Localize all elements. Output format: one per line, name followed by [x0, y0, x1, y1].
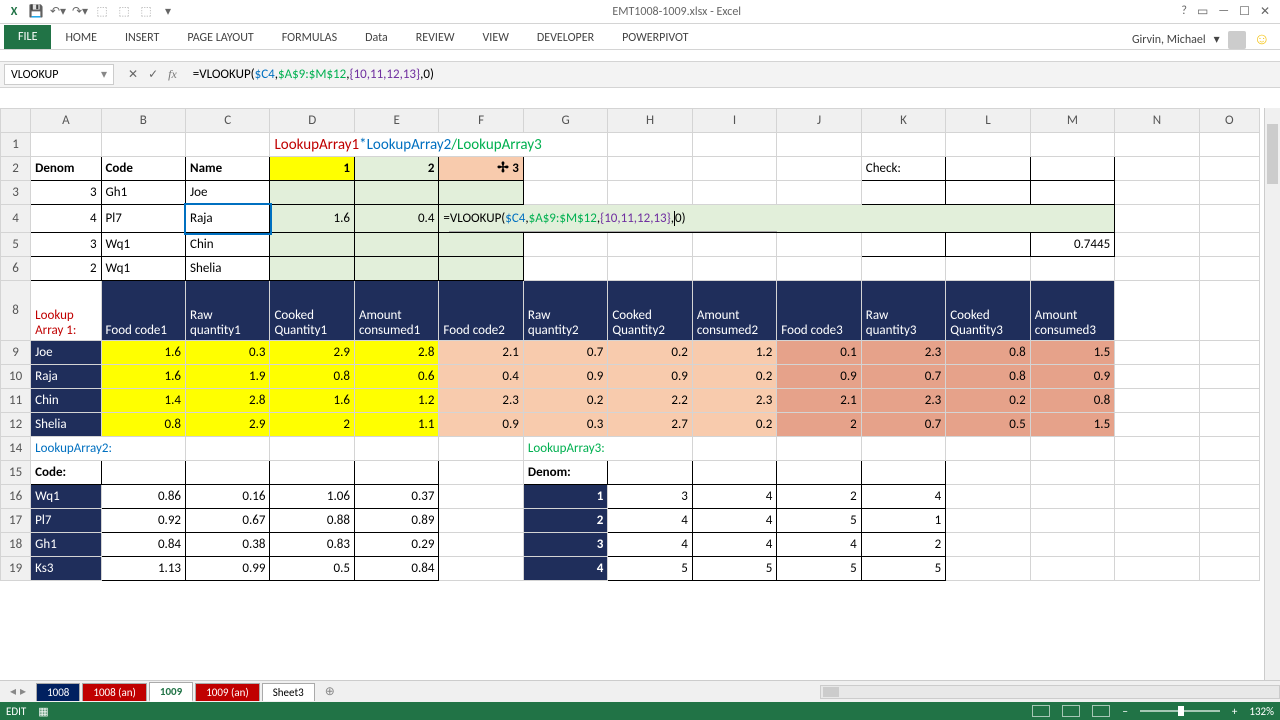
- help-icon[interactable]: ?: [1181, 4, 1187, 19]
- view-pagebreak-icon[interactable]: [1092, 705, 1110, 717]
- window-title: EMT1008-1009.xlsx - Excel: [182, 5, 1171, 19]
- macro-record-icon[interactable]: ▦: [38, 705, 48, 718]
- tab-file[interactable]: FILE: [4, 25, 51, 49]
- qat-icon[interactable]: ⬚: [94, 4, 110, 20]
- tab-powerpivot[interactable]: POWERPIVOT: [608, 27, 702, 49]
- cell-cursor-icon: ✢: [497, 159, 509, 176]
- close-icon[interactable]: ✕: [1260, 4, 1270, 19]
- quick-access-toolbar: X 💾 ↶▾ ↷▾ ⬚ ⬚ ⬚ ▾: [0, 4, 182, 20]
- zoom-slider[interactable]: [1140, 710, 1220, 712]
- qat-icon[interactable]: ⬚: [116, 4, 132, 20]
- redo-icon[interactable]: ↷▾: [72, 4, 88, 20]
- enter-icon[interactable]: ✓: [148, 67, 158, 82]
- vertical-scrollbar[interactable]: [1264, 108, 1280, 680]
- zoom-out-icon[interactable]: −: [1122, 705, 1127, 718]
- column-headers[interactable]: ABC DEF GHI JKL MNO: [1, 109, 1260, 133]
- function-tooltip[interactable]: VLOOKUP(lookup_value, table_array, col_i…: [449, 231, 777, 233]
- tab-data[interactable]: Data: [351, 27, 402, 49]
- tab-formulas[interactable]: FORMULAS: [268, 27, 351, 49]
- sheet-tab-active[interactable]: 1009: [149, 682, 193, 702]
- fx-icon[interactable]: fx: [168, 67, 177, 82]
- sheet-tabs: ◂▸ 1008 1008 (an) 1009 1009 (an) Sheet3 …: [0, 680, 1280, 702]
- tab-nav-prev-icon[interactable]: ◂: [10, 684, 16, 699]
- ribbon-collapsed-area: [0, 50, 1280, 62]
- qat-icon[interactable]: ⬚: [138, 4, 154, 20]
- undo-icon[interactable]: ↶▾: [50, 4, 66, 20]
- ribbon-tabs: FILE HOME INSERT PAGE LAYOUT FORMULAS Da…: [0, 24, 1280, 50]
- save-icon[interactable]: 💾: [28, 4, 44, 20]
- horizontal-scrollbar[interactable]: [820, 685, 1280, 699]
- select-all-corner[interactable]: [1, 109, 31, 133]
- status-mode: EDIT: [6, 705, 26, 718]
- zoom-in-icon[interactable]: +: [1232, 705, 1237, 718]
- feedback-icon[interactable]: ☺: [1254, 30, 1270, 49]
- excel-icon: X: [6, 4, 22, 20]
- tab-nav-next-icon[interactable]: ▸: [20, 684, 26, 699]
- avatar[interactable]: [1228, 31, 1246, 49]
- view-normal-icon[interactable]: [1032, 705, 1050, 717]
- sheet-tab[interactable]: 1008: [36, 683, 80, 701]
- tab-developer[interactable]: DEVELOPER: [523, 27, 608, 49]
- view-pagelayout-icon[interactable]: [1062, 705, 1080, 717]
- tab-view[interactable]: VIEW: [469, 27, 523, 49]
- sheet-tab[interactable]: 1009 (an): [195, 683, 260, 701]
- active-cell-formula[interactable]: =VLOOKUP($C4,$A$9:$M$12,{10,11,12,13},0)…: [439, 205, 1115, 233]
- tab-review[interactable]: REVIEW: [402, 27, 469, 49]
- zoom-level[interactable]: 132%: [1249, 705, 1274, 718]
- name-box-value: VLOOKUP: [11, 68, 58, 82]
- new-sheet-icon[interactable]: ⊕: [317, 682, 343, 701]
- tab-insert[interactable]: INSERT: [111, 27, 173, 49]
- window-controls: ? ▭ — ☐ ✕: [1171, 4, 1280, 19]
- title-bar: X 💾 ↶▾ ↷▾ ⬚ ⬚ ⬚ ▾ EMT1008-1009.xlsx - Ex…: [0, 0, 1280, 24]
- sheet-tab[interactable]: Sheet3: [262, 683, 315, 701]
- minimize-icon[interactable]: —: [1218, 4, 1229, 19]
- formula-input[interactable]: =VLOOKUP($C4,$A$9:$M$12,{10,11,12,13},0): [187, 65, 1280, 84]
- maximize-icon[interactable]: ☐: [1239, 4, 1250, 19]
- sheet-tab[interactable]: 1008 (an): [82, 683, 147, 701]
- name-box[interactable]: VLOOKUP▾: [4, 64, 114, 85]
- formula-bar: VLOOKUP▾ ✕ ✓ fx =VLOOKUP($C4,$A$9:$M$12,…: [0, 62, 1280, 88]
- ribbon-collapse-icon[interactable]: ▭: [1197, 4, 1208, 19]
- user-name[interactable]: Girvin, Michael: [1132, 33, 1206, 47]
- status-bar: EDIT ▦ − + 132%: [0, 702, 1280, 720]
- tab-pagelayout[interactable]: PAGE LAYOUT: [173, 27, 267, 49]
- spreadsheet-grid[interactable]: ABC DEF GHI JKL MNO 1 LookupArray1*Looku…: [0, 108, 1280, 680]
- qat-dropdown-icon[interactable]: ▾: [160, 4, 176, 20]
- tab-home[interactable]: HOME: [51, 27, 111, 49]
- cancel-icon[interactable]: ✕: [128, 67, 138, 82]
